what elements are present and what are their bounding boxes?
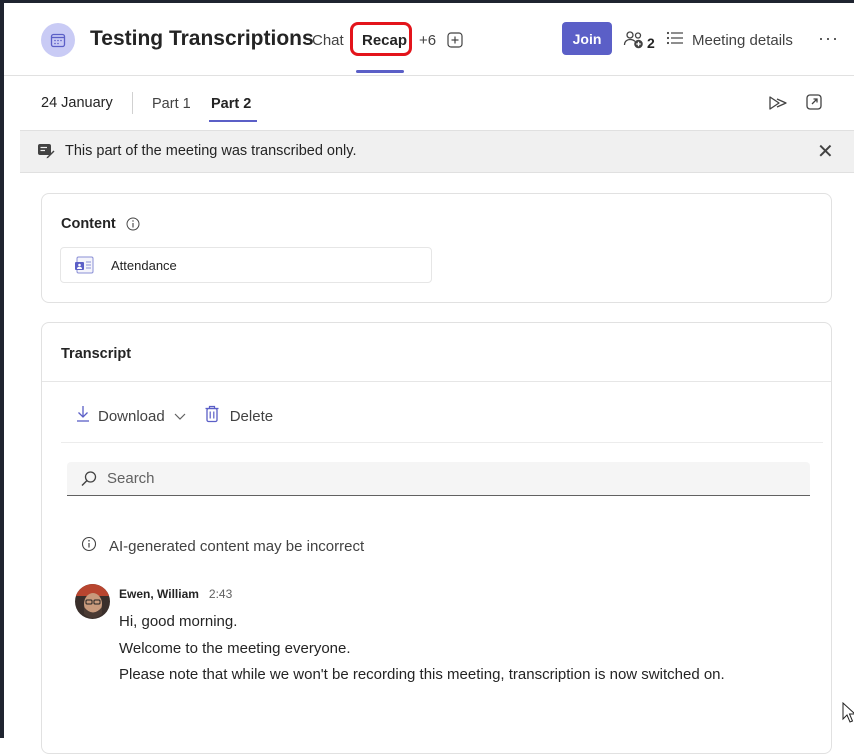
speaker-name: Ewen, William 2:43 — [119, 587, 232, 601]
chevron-down-icon[interactable] — [173, 408, 187, 425]
download-button[interactable]: Download — [75, 405, 187, 427]
part-tab-indicator — [209, 120, 257, 122]
info-icon[interactable] — [126, 217, 140, 236]
transcript-card: Transcript Download Delete Search AI-gen… — [41, 322, 832, 754]
attendance-file-label: Attendance — [111, 258, 177, 273]
tab-part-1[interactable]: Part 1 — [152, 96, 191, 112]
transcript-divider — [42, 381, 831, 382]
tab-recap[interactable]: Recap — [362, 32, 407, 49]
meeting-details-button[interactable]: Meeting details — [666, 30, 793, 51]
speaker-name-text: Ewen, William — [119, 587, 199, 601]
tab-part-2[interactable]: Part 2 — [211, 96, 251, 112]
add-tab-icon[interactable] — [447, 32, 463, 53]
open-external-icon[interactable] — [805, 93, 823, 116]
transcript-line: Hi, good morning. — [119, 613, 238, 630]
subnav-divider — [132, 92, 133, 114]
search-input[interactable] — [107, 462, 797, 494]
calendar-icon — [41, 23, 75, 57]
download-label: Download — [98, 407, 165, 425]
people-icon — [623, 30, 645, 55]
delete-button[interactable]: Delete — [204, 405, 273, 427]
delete-label: Delete — [229, 407, 274, 425]
meeting-title: Testing Transcriptions — [90, 27, 314, 50]
timestamp[interactable]: 2:43 — [209, 587, 232, 601]
close-icon[interactable]: ✕ — [817, 139, 834, 164]
ai-notice-text: AI-generated content may be incorrect — [109, 538, 365, 555]
transcript-line: Please note that while we won't be recor… — [119, 666, 725, 683]
transcript-edit-icon — [37, 143, 55, 164]
ai-notice: AI-generated content may be incorrect — [81, 536, 364, 557]
toolbar-divider — [61, 442, 823, 443]
tab-more-tabs[interactable]: +6 — [419, 32, 436, 49]
transcribed-only-banner: This part of the meeting was transcribed… — [20, 130, 854, 173]
play-forward-icon[interactable] — [767, 94, 789, 117]
mouse-cursor-icon — [842, 701, 854, 729]
meeting-header: Testing Transcriptions Chat Recap +6 Joi… — [4, 3, 854, 76]
meeting-window: Testing Transcriptions Chat Recap +6 Joi… — [4, 3, 854, 754]
info-icon — [81, 536, 97, 557]
recap-tab-indicator — [356, 70, 404, 73]
transcript-line: Welcome to the meeting everyone. — [119, 640, 351, 657]
meeting-date: 24 January — [41, 95, 113, 111]
transcript-toolbar: Download Delete — [75, 405, 273, 427]
avatar[interactable] — [75, 584, 110, 619]
content-card: Content Attendance — [41, 193, 832, 303]
participants-button[interactable]: 2 — [623, 30, 655, 55]
transcript-search[interactable] — [67, 462, 810, 496]
search-icon — [80, 470, 98, 493]
attendance-file-icon — [74, 255, 96, 280]
list-icon — [666, 30, 684, 51]
meeting-details-label: Meeting details — [692, 32, 793, 49]
banner-message: This part of the meeting was transcribed… — [65, 143, 357, 159]
more-options-button[interactable]: ··· — [818, 28, 839, 49]
content-heading: Content — [61, 216, 116, 232]
join-button[interactable]: Join — [562, 22, 612, 55]
attendance-file[interactable]: Attendance — [60, 247, 432, 283]
participants-count: 2 — [647, 34, 655, 51]
transcript-heading: Transcript — [61, 346, 132, 362]
trash-icon — [204, 405, 220, 427]
recap-subnav: 24 January Part 1 Part 2 — [4, 76, 854, 128]
tab-chat[interactable]: Chat — [312, 32, 344, 49]
download-icon — [75, 405, 91, 427]
